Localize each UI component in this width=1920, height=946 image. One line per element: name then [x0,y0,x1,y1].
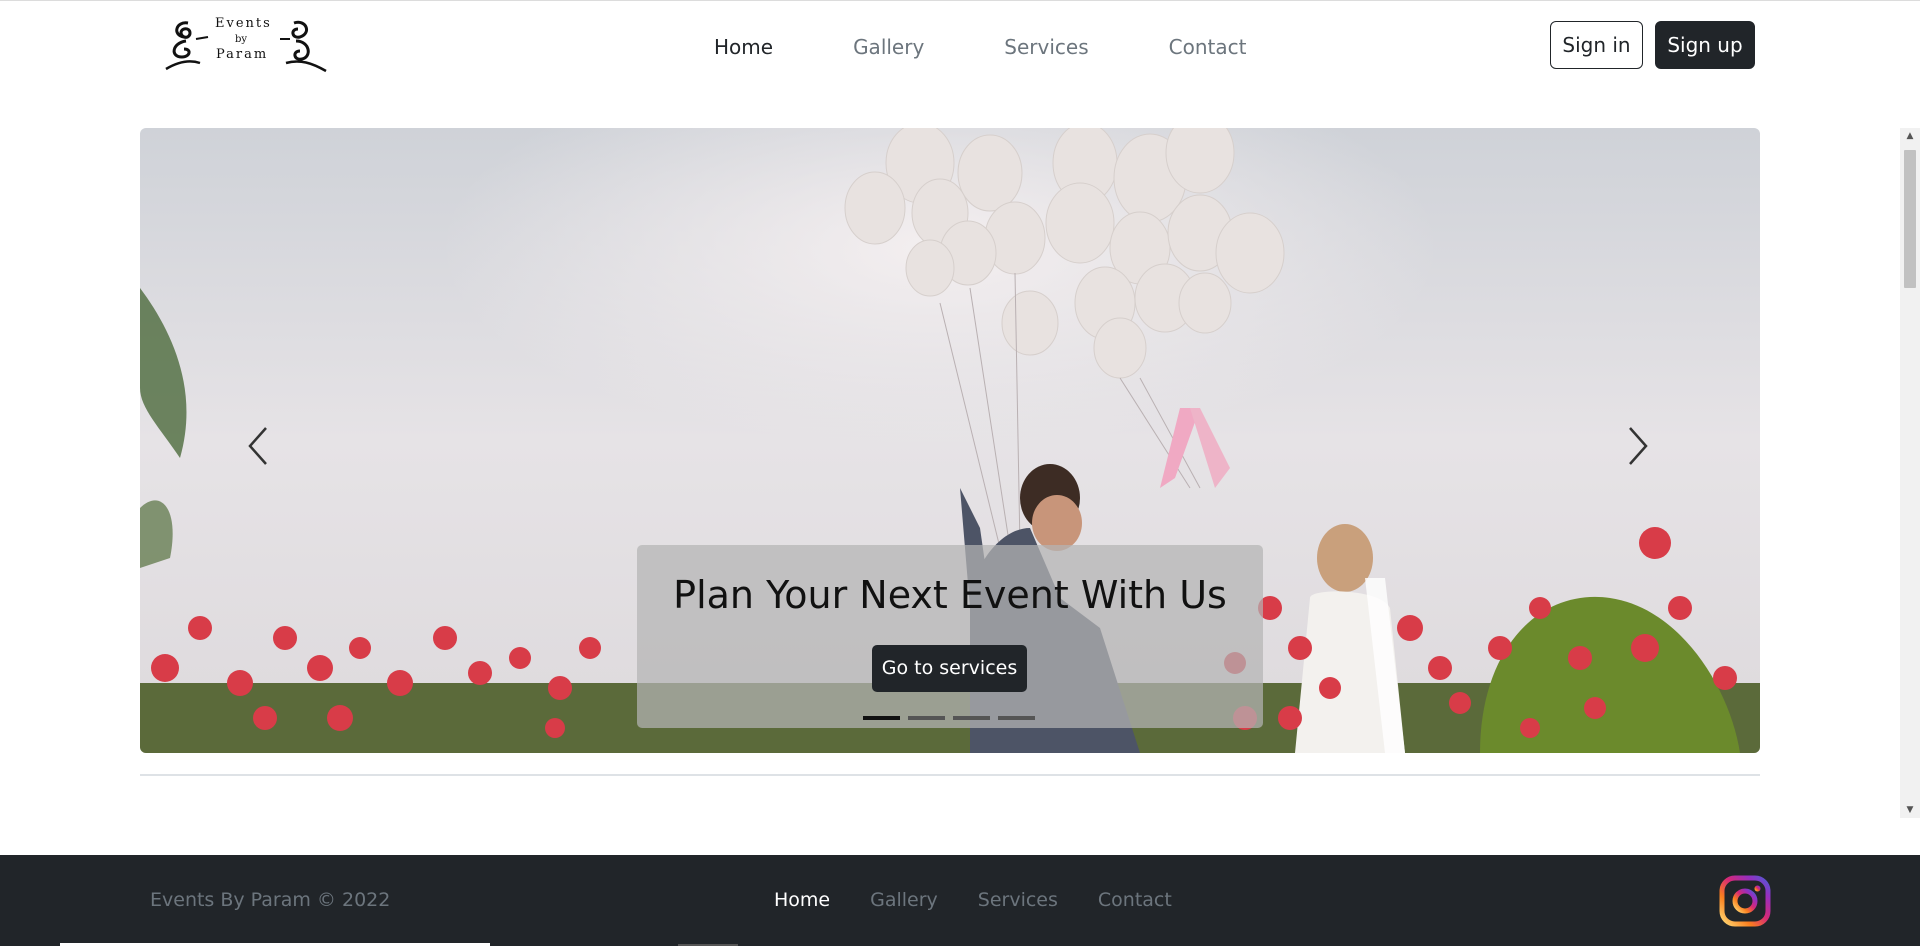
page-scrollbar[interactable]: ▲ ▼ [1900,128,1920,818]
section-divider [140,774,1760,776]
site-footer: Events By Param © 2022 Home Gallery Serv… [0,855,1920,946]
footer-nav-contact-link[interactable]: Contact [1078,889,1192,911]
carousel-prev-button[interactable] [180,128,340,753]
carousel-caption: Plan Your Next Event With Us Go to servi… [637,545,1263,728]
nav-services-link[interactable]: Services [964,33,1128,61]
carousel-indicator-2[interactable] [908,716,945,720]
scroll-thumb[interactable] [1904,150,1916,288]
signup-button[interactable]: Sign up [1655,21,1755,69]
site-header: Events by Param Home Gallery Services Co… [0,3,1920,83]
nav-gallery-link[interactable]: Gallery [813,33,964,61]
footer-nav-home-link[interactable]: Home [754,889,850,911]
carousel-next-button[interactable] [1560,128,1720,753]
caption-title: Plan Your Next Event With Us [673,573,1227,617]
nav-home-link[interactable]: Home [690,33,813,61]
instagram-link[interactable] [1719,875,1771,927]
nav-contact-link[interactable]: Contact [1129,33,1287,61]
go-to-services-button[interactable]: Go to services [872,645,1027,692]
brand-logo[interactable]: Events by Param [162,13,330,75]
carousel-indicators [863,716,1035,720]
scroll-down-arrow-icon[interactable]: ▼ [1900,802,1920,818]
logo-text-param: Param [216,47,269,62]
logo-text-events: Events [215,16,272,31]
chevron-left-icon [248,427,267,465]
signin-button[interactable]: Sign in [1550,21,1643,69]
footer-nav: Home Gallery Services Contact [754,889,1192,911]
footer-nav-gallery-link[interactable]: Gallery [850,889,958,911]
main-nav: Home Gallery Services Contact [690,33,1286,61]
carousel-indicator-1[interactable] [863,716,900,720]
footer-nav-services-link[interactable]: Services [958,889,1078,911]
carousel-indicator-3[interactable] [953,716,990,720]
instagram-icon [1719,875,1771,927]
footer-copyright: Events By Param © 2022 [150,889,391,911]
hero-carousel: Plan Your Next Event With Us Go to servi… [140,128,1760,753]
chevron-right-icon [1629,427,1648,465]
logo-text-by: by [235,34,248,45]
carousel-indicator-4[interactable] [998,716,1035,720]
scroll-up-arrow-icon[interactable]: ▲ [1900,128,1920,144]
